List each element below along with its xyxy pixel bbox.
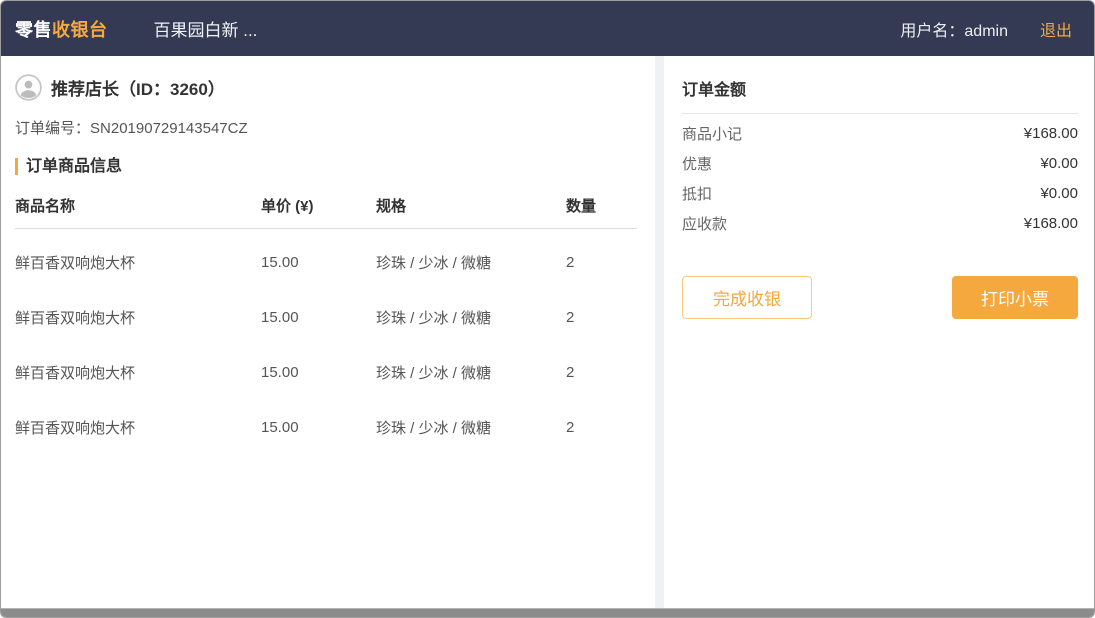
summary-label: 商品小记	[682, 123, 742, 144]
app-title-highlight: 收银台	[52, 20, 108, 40]
cell-spec: 珍珠 / 少冰 / 微糖	[376, 362, 566, 383]
cell-spec: 珍珠 / 少冰 / 微糖	[376, 307, 566, 328]
table-row: 鲜百香双响炮大杯 15.00 珍珠 / 少冰 / 微糖 2	[15, 345, 637, 400]
cell-product-name: 鲜百香双响炮大杯	[15, 362, 261, 383]
cell-unit-price: 15.00	[261, 419, 376, 436]
table-body: 鲜百香双响炮大杯 15.00 珍珠 / 少冰 / 微糖 2 鲜百香双响炮大杯 1…	[15, 229, 637, 455]
finish-checkout-button[interactable]: 完成收银	[682, 276, 812, 319]
person-avatar-icon	[15, 74, 42, 101]
app-title: 零售收银台	[15, 16, 108, 42]
action-buttons-row: 完成收银 打印小票	[682, 276, 1078, 319]
summary-value: ¥0.00	[1040, 185, 1078, 202]
cell-unit-price: 15.00	[261, 309, 376, 326]
cell-unit-price: 15.00	[261, 254, 376, 271]
cell-quantity: 2	[566, 364, 637, 381]
cell-spec: 珍珠 / 少冰 / 微糖	[376, 417, 566, 438]
order-amount-title: 订单金额	[682, 70, 1078, 114]
col-header-quantity: 数量	[566, 195, 637, 216]
order-amount-panel: 订单金额 商品小记 ¥168.00 优惠 ¥0.00 抵扣 ¥0.00 应收款 …	[664, 56, 1094, 608]
summary-row-discount: 优惠 ¥0.00	[682, 148, 1078, 178]
cell-product-name: 鲜百香双响炮大杯	[15, 307, 261, 328]
cell-quantity: 2	[566, 309, 637, 326]
username-label: 用户名：	[900, 23, 964, 40]
order-number-value: SN20190729143547CZ	[90, 120, 248, 137]
table-row: 鲜百香双响炮大杯 15.00 珍珠 / 少冰 / 微糖 2	[15, 400, 637, 455]
print-receipt-button[interactable]: 打印小票	[952, 276, 1078, 319]
main-content: 推荐店长（ID：3260） 订单编号：SN20190729143547CZ 订单…	[1, 56, 1094, 608]
summary-value: ¥0.00	[1040, 155, 1078, 172]
order-number-label: 订单编号：	[15, 120, 90, 137]
order-items-section-title: 订单商品信息	[15, 158, 639, 175]
pos-window: 零售收银台 百果园白新 ... 用户名：admin 退出 推荐店长（ID：326…	[0, 0, 1095, 618]
table-header-row: 商品名称 单价 (¥) 规格 数量	[15, 189, 637, 229]
top-bar: 零售收银台 百果园白新 ... 用户名：admin 退出	[1, 1, 1094, 56]
table-row: 鲜百香双响炮大杯 15.00 珍珠 / 少冰 / 微糖 2	[15, 235, 637, 290]
col-header-unit-price: 单价 (¥)	[261, 195, 376, 216]
order-number: 订单编号：SN20190729143547CZ	[15, 117, 639, 138]
referrer-title: 推荐店长（ID：3260）	[51, 75, 225, 100]
summary-row-subtotal: 商品小记 ¥168.00	[682, 118, 1078, 148]
col-header-spec: 规格	[376, 195, 566, 216]
username-text: 用户名：admin	[900, 17, 1008, 41]
table-row: 鲜百香双响炮大杯 15.00 珍珠 / 少冰 / 微糖 2	[15, 290, 637, 345]
cell-quantity: 2	[566, 254, 637, 271]
order-items-panel: 推荐店长（ID：3260） 订单编号：SN20190729143547CZ 订单…	[1, 56, 655, 608]
summary-rows: 商品小记 ¥168.00 优惠 ¥0.00 抵扣 ¥0.00 应收款 ¥168.…	[682, 114, 1078, 238]
summary-value: ¥168.00	[1024, 125, 1078, 142]
cell-unit-price: 15.00	[261, 364, 376, 381]
order-items-table: 商品名称 单价 (¥) 规格 数量 鲜百香双响炮大杯 15.00 珍珠 / 少冰…	[15, 189, 639, 455]
summary-row-deduction: 抵扣 ¥0.00	[682, 178, 1078, 208]
cell-product-name: 鲜百香双响炮大杯	[15, 252, 261, 273]
cell-quantity: 2	[566, 419, 637, 436]
referrer-row: 推荐店长（ID：3260）	[15, 74, 639, 101]
store-tab[interactable]: 百果园白新 ...	[154, 16, 258, 41]
username-value: admin	[964, 23, 1008, 40]
cell-spec: 珍珠 / 少冰 / 微糖	[376, 252, 566, 273]
logout-link[interactable]: 退出	[1040, 17, 1072, 41]
summary-row-amount-due: 应收款 ¥168.00	[682, 208, 1078, 238]
summary-label: 抵扣	[682, 183, 712, 204]
summary-value: ¥168.00	[1024, 215, 1078, 232]
summary-label: 优惠	[682, 153, 712, 174]
col-header-product-name: 商品名称	[15, 195, 261, 216]
summary-label: 应收款	[682, 213, 727, 234]
app-title-prefix: 零售	[15, 20, 52, 40]
bottom-scroll-bar[interactable]	[1, 608, 1094, 617]
cell-product-name: 鲜百香双响炮大杯	[15, 417, 261, 438]
